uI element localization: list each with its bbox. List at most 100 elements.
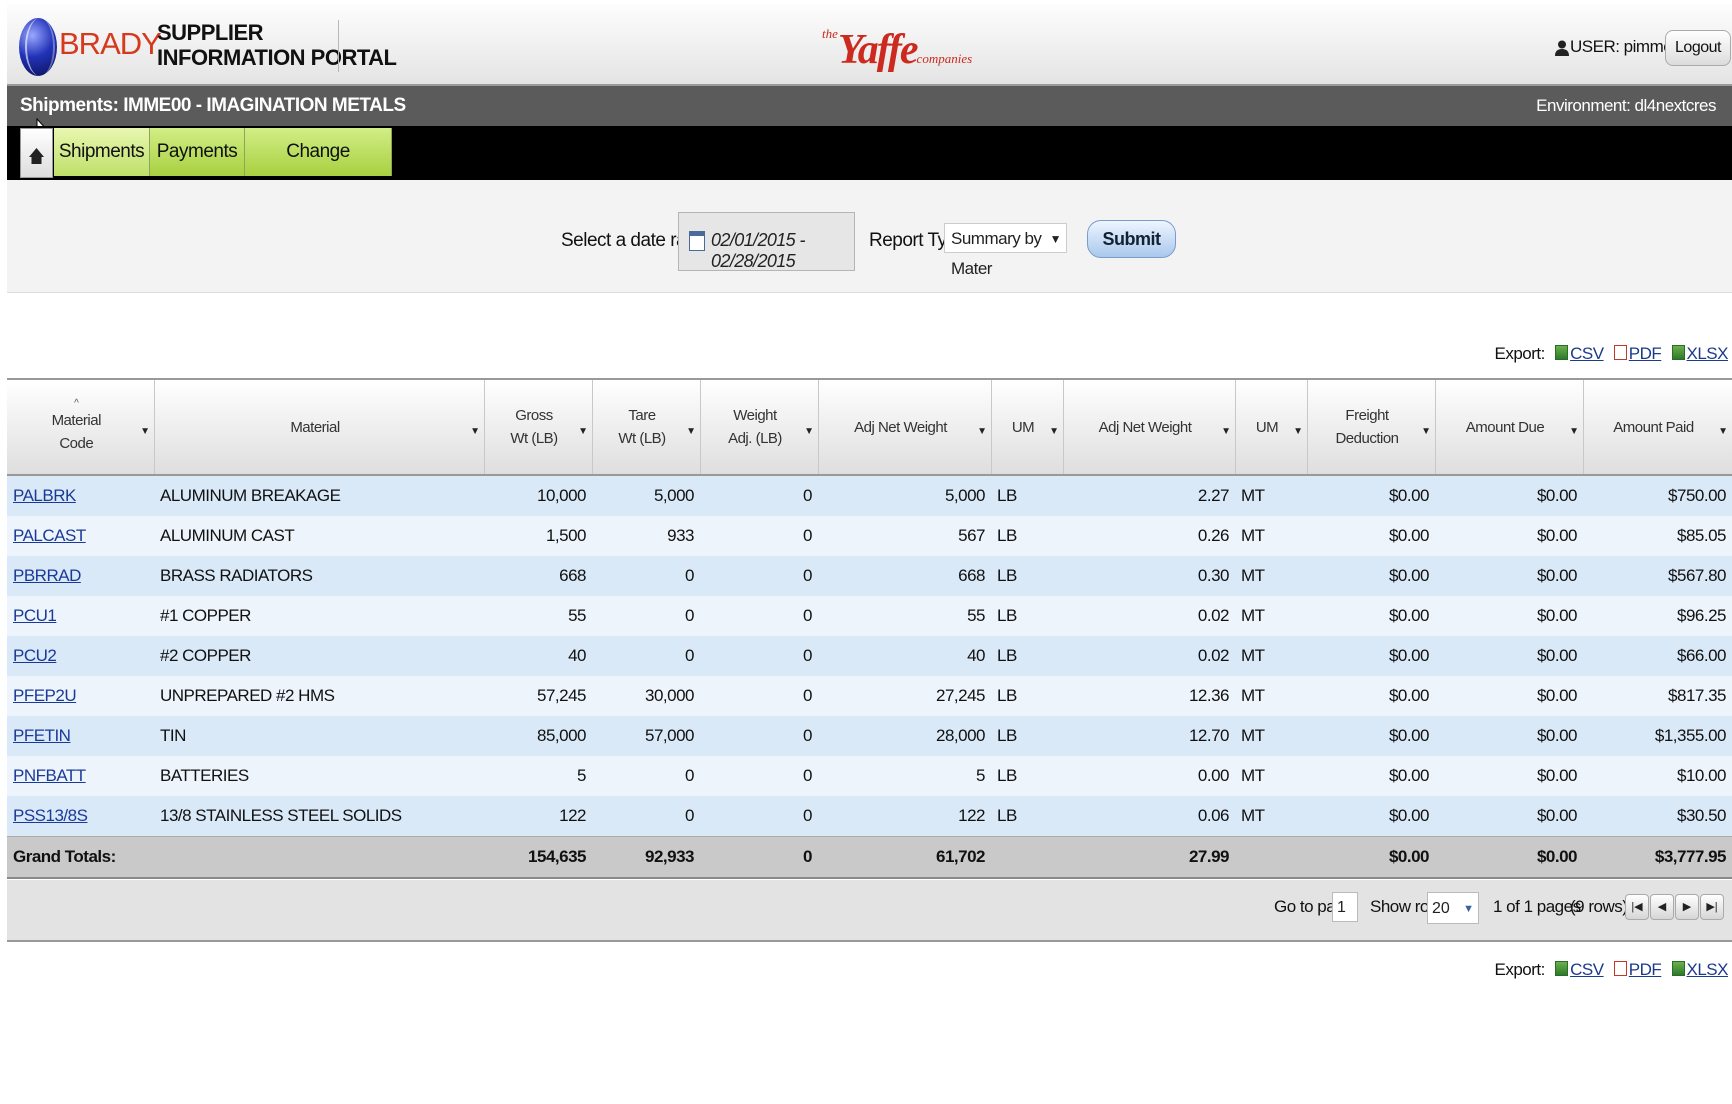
partner-logo-prefix: the	[822, 26, 838, 41]
column-menu-icon[interactable]: ▼	[686, 420, 696, 443]
material-code-link[interactable]: PALBRK	[13, 486, 76, 505]
column-menu-icon[interactable]: ▼	[1421, 420, 1431, 443]
col-header-tare-wt[interactable]: Tare Wt (LB) ▼	[592, 378, 701, 476]
adj-net-weight-mt-cell: 0.26	[1063, 516, 1235, 556]
material-code-link[interactable]: PFETIN	[13, 726, 71, 745]
column-menu-icon[interactable]: ▼	[1718, 420, 1728, 443]
report-type-select[interactable]: Summary by Mater ▼	[944, 223, 1067, 278]
col-header-amount-paid[interactable]: Amount Paid ▼	[1583, 378, 1732, 476]
material-code-link[interactable]: PSS13/8S	[13, 806, 88, 825]
home-button[interactable]	[20, 128, 53, 178]
col-header-adj-net-weight-mt[interactable]: Adj Net Weight ▼	[1063, 378, 1236, 476]
col-header-gross-wt[interactable]: Gross Wt (LB) ▼	[484, 378, 593, 476]
show-rows-select[interactable]: 20 ▼	[1427, 892, 1479, 924]
csv-file-icon	[1555, 961, 1569, 976]
col-header-um-lb[interactable]: UM ▼	[991, 378, 1064, 476]
material-code-link[interactable]: PFEP2U	[13, 686, 77, 705]
export-csv-link[interactable]: CSV	[1570, 960, 1604, 979]
export-csv-link[interactable]: CSV	[1570, 344, 1604, 363]
column-menu-icon[interactable]: ▼	[140, 420, 150, 443]
first-page-icon[interactable]: |◀	[1625, 894, 1649, 920]
column-menu-icon[interactable]: ▼	[578, 420, 588, 443]
col-header-label: Material	[290, 418, 340, 436]
amount-paid-cell: $30.50	[1583, 796, 1732, 837]
gross-wt-cell: 5	[484, 756, 592, 796]
export-pdf-link[interactable]: PDF	[1629, 960, 1662, 979]
adj-net-weight-lb-cell: 5	[818, 756, 991, 796]
goto-page-input[interactable]: 1	[1332, 892, 1358, 922]
col-header-material-code[interactable]: ^ Material Code ▼	[7, 378, 155, 476]
xlsx-file-icon	[1671, 961, 1685, 976]
column-menu-icon[interactable]: ▼	[1293, 420, 1303, 443]
pdf-file-icon	[1613, 345, 1627, 360]
col-header-material[interactable]: Material ▼	[154, 378, 485, 476]
tare-wt-cell: 0	[592, 596, 700, 636]
material-code-cell: PFEP2U	[7, 676, 154, 716]
col-header-label: Adj Net Weight	[1098, 418, 1192, 436]
col-header-weight-adj[interactable]: Weight Adj. (LB) ▼	[700, 378, 819, 476]
amount-paid-cell: $567.80	[1583, 556, 1732, 596]
col-header-freight-deduction[interactable]: Freight Deduction ▼	[1307, 378, 1436, 476]
export-xlsx-link[interactable]: XLSX	[1687, 344, 1729, 363]
column-menu-icon[interactable]: ▼	[1221, 420, 1231, 443]
export-pdf-link[interactable]: PDF	[1629, 344, 1662, 363]
material-code-link[interactable]: PCU2	[13, 646, 57, 665]
adj-net-weight-lb-cell: 55	[818, 596, 991, 636]
total-gross-cell: 154,635	[484, 836, 592, 879]
col-header-label: Material	[51, 412, 102, 429]
column-menu-icon[interactable]: ▼	[1049, 420, 1059, 443]
page-title-bar: Shipments: IMME00 - IMAGINATION METALS E…	[7, 86, 1732, 126]
last-page-icon[interactable]: ▶|	[1700, 894, 1724, 920]
submit-button[interactable]: Submit	[1087, 220, 1176, 258]
material-code-link[interactable]: PCU1	[13, 606, 57, 625]
material-cell: #2 COPPER	[154, 636, 484, 676]
date-range-picker[interactable]: 02/01/2015 - 02/28/2015	[678, 212, 855, 271]
col-header-label: UM	[1011, 418, 1035, 436]
column-menu-icon[interactable]: ▼	[977, 420, 987, 443]
col-header-label: Wt (LB)	[510, 430, 558, 447]
col-header-um-mt[interactable]: UM ▼	[1235, 378, 1308, 476]
material-code-cell: PCU1	[7, 596, 154, 636]
tab-shipments[interactable]: Shipments	[54, 128, 150, 176]
table-row: PFETIN TIN 85,000 57,000 0 28,000 LB 12.70 MT $0.…	[7, 716, 1732, 756]
table-row: PBRRAD BRASS RADIATORS 668 0 0 668 LB 0.30 MT $0.…	[7, 556, 1732, 596]
um-lb-cell: LB	[991, 756, 1063, 796]
weight-adj-cell: 0	[700, 475, 818, 516]
amount-due-cell: $0.00	[1435, 556, 1583, 596]
adj-net-weight-lb-cell: 5,000	[818, 475, 991, 516]
weight-adj-cell: 0	[700, 716, 818, 756]
um-lb-cell: LB	[991, 676, 1063, 716]
export-xlsx-link[interactable]: XLSX	[1687, 960, 1729, 979]
amount-due-cell: $0.00	[1435, 716, 1583, 756]
brady-logo-globe-icon	[19, 18, 57, 76]
material-code-link[interactable]: PBRRAD	[13, 566, 81, 585]
table-row: PCU2 #2 COPPER 40 0 0 40 LB 0.02 MT $0.00 $0.00 $66…	[7, 636, 1732, 676]
gross-wt-cell: 85,000	[484, 716, 592, 756]
column-menu-icon[interactable]: ▼	[1569, 420, 1579, 443]
table-row: PALCAST ALUMINUM CAST 1,500 933 0 567 LB 0.26 MT…	[7, 516, 1732, 556]
next-page-icon[interactable]: ▶	[1675, 894, 1699, 920]
tare-wt-cell: 57,000	[592, 716, 700, 756]
calendar-icon[interactable]	[689, 231, 705, 251]
logout-button[interactable]: Logout	[1665, 30, 1731, 66]
prev-page-icon[interactable]: ◀	[1650, 894, 1674, 920]
partner-logo-suffix: companies	[916, 51, 973, 66]
amount-due-cell: $0.00	[1435, 796, 1583, 837]
material-code-link[interactable]: PNFBATT	[13, 766, 86, 785]
col-header-amount-due[interactable]: Amount Due ▼	[1435, 378, 1584, 476]
material-code-link[interactable]: PALCAST	[13, 526, 86, 545]
weight-adj-cell: 0	[700, 596, 818, 636]
column-menu-icon[interactable]: ▼	[470, 420, 480, 443]
um-mt-cell: MT	[1235, 596, 1307, 636]
material-code-cell: PALCAST	[7, 516, 154, 556]
column-menu-icon[interactable]: ▼	[804, 420, 814, 443]
total-empty-cell	[1235, 836, 1307, 879]
tab-change-password[interactable]: Change Password	[245, 128, 392, 210]
xlsx-file-icon	[1671, 345, 1685, 360]
table-row: PCU1 #1 COPPER 55 0 0 55 LB 0.02 MT $0.00 $0.00 $96…	[7, 596, 1732, 636]
tab-payments[interactable]: Payments	[150, 128, 245, 176]
table-row: PALBRK ALUMINUM BREAKAGE 10,000 5,000 0 5,000…	[7, 475, 1732, 516]
col-header-adj-net-weight-lb[interactable]: Adj Net Weight ▼	[818, 378, 992, 476]
total-empty-cell	[991, 836, 1063, 879]
adj-net-weight-mt-cell: 0.30	[1063, 556, 1235, 596]
